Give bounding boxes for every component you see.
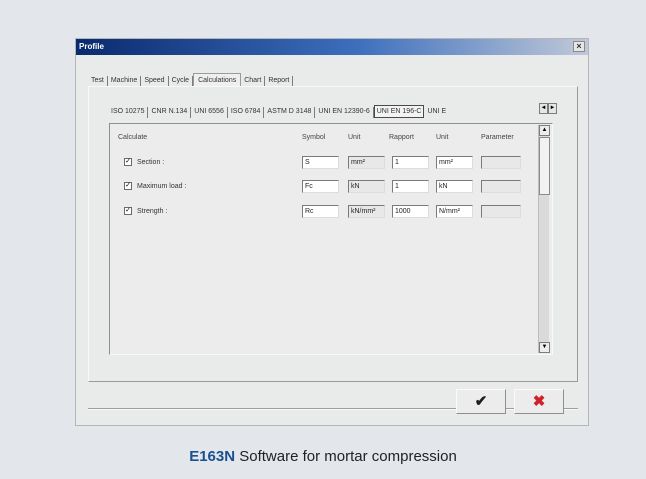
strength-symbol-field[interactable]: Rc <box>302 205 339 218</box>
caption-model: E163N <box>189 448 236 465</box>
header-unit: Unit <box>348 134 361 141</box>
main-tabs: Test Machine Speed Cycle Calculations Ch… <box>88 73 294 87</box>
maximum-load-unit2-field[interactable]: kN <box>436 180 473 193</box>
strength-label: Strength : <box>137 207 168 215</box>
section-checkbox[interactable]: ✓ <box>124 158 132 166</box>
ok-button[interactable]: ✔ <box>456 389 506 414</box>
subtab-uni-en-196-c[interactable]: UNI EN 196-C <box>373 105 425 118</box>
caption-text: Software for mortar compression <box>235 448 457 465</box>
maximum-load-label: Maximum load : <box>137 182 187 190</box>
maximum-load-parameter-field[interactable] <box>481 180 521 193</box>
maximum-load-unit-field[interactable]: kN <box>348 180 385 193</box>
subtab-uni-e[interactable]: UNI E <box>424 107 449 118</box>
subtab-uni-en-12390-6[interactable]: UNI EN 12390-6 <box>315 107 374 118</box>
maximum-load-checkbox[interactable]: ✓ <box>124 182 132 190</box>
strength-checkbox[interactable]: ✓ <box>124 207 132 215</box>
header-calculate: Calculate <box>118 134 148 141</box>
section-label: Section : <box>137 158 165 166</box>
section-parameter-field[interactable] <box>481 156 521 169</box>
section-unit2-field[interactable]: mm² <box>436 156 473 169</box>
strength-parameter-field[interactable] <box>481 205 521 218</box>
vertical-scrollbar[interactable]: ▲ ▼ <box>538 125 550 353</box>
row-maximum-load: ✓ Maximum load : <box>124 182 186 190</box>
header-rapport: Rapport <box>389 134 414 141</box>
maximum-load-rapport-field[interactable]: 1 <box>392 180 429 193</box>
section-rapport-field[interactable]: 1 <box>392 156 429 169</box>
subtab-uni-6556[interactable]: UNI 6556 <box>191 107 228 118</box>
standard-tabs: ISO 10275 CNR N.134 UNI 6556 ISO 6784 AS… <box>108 105 449 118</box>
scroll-right-icon[interactable]: ► <box>548 103 557 114</box>
title-bar: Profile × <box>76 39 588 55</box>
subtab-iso-6784[interactable]: ISO 6784 <box>228 107 265 118</box>
window-title: Profile <box>79 42 104 51</box>
subtab-cnr-n134[interactable]: CNR N.134 <box>148 107 192 118</box>
cancel-button[interactable]: ✖ <box>514 389 564 414</box>
strength-unit-field[interactable]: kN/mm² <box>348 205 385 218</box>
subtab-astm-d3148[interactable]: ASTM D 3148 <box>264 107 316 118</box>
tab-calculations[interactable]: Calculations <box>193 73 242 87</box>
row-strength: ✓ Strength : <box>124 207 167 215</box>
close-icon[interactable]: × <box>573 41 585 52</box>
scroll-down-icon[interactable]: ▼ <box>539 342 550 353</box>
header-parameter: Parameter <box>481 134 514 141</box>
profile-dialog: Profile × Test Machine Speed Cycle Calcu… <box>75 38 589 426</box>
subtab-scroll: ◄ ► <box>539 103 557 114</box>
strength-rapport-field[interactable]: 1000 <box>392 205 429 218</box>
section-symbol-field[interactable]: S <box>302 156 339 169</box>
header-unit-2: Unit <box>436 134 449 141</box>
subtab-iso-10275[interactable]: ISO 10275 <box>108 107 149 118</box>
row-section: ✓ Section : <box>124 158 164 166</box>
header-symbol: Symbol <box>302 134 326 141</box>
section-unit-field[interactable]: mm² <box>348 156 385 169</box>
scroll-up-icon[interactable]: ▲ <box>539 125 550 136</box>
caption: E163N Software for mortar compression <box>0 448 646 465</box>
scroll-left-icon[interactable]: ◄ <box>539 103 548 114</box>
scroll-thumb[interactable] <box>539 137 550 195</box>
strength-unit2-field[interactable]: N/mm² <box>436 205 473 218</box>
maximum-load-symbol-field[interactable]: Fc <box>302 180 339 193</box>
